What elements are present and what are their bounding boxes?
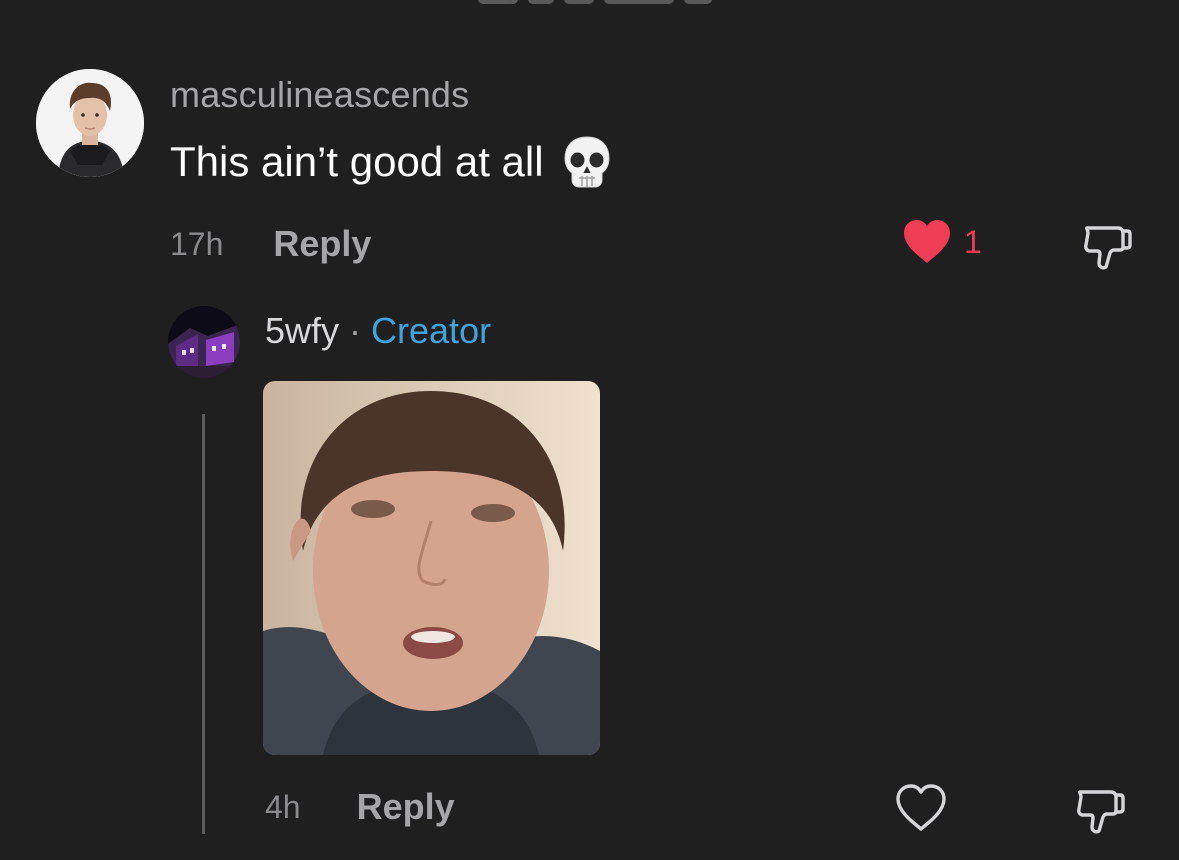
avatar[interactable] xyxy=(36,69,144,177)
comment-username[interactable]: masculineascends xyxy=(170,74,469,116)
reply-avatar[interactable] xyxy=(168,306,240,378)
reply-avatar-photo xyxy=(168,306,240,378)
reply-button[interactable]: Reply xyxy=(273,223,371,265)
reply-like-button[interactable] xyxy=(894,782,948,834)
thumbs-down-icon xyxy=(1077,790,1125,834)
reply-dislike-button[interactable] xyxy=(1073,783,1127,837)
video-reply-thumbnail[interactable] xyxy=(263,381,600,755)
comment-text-row: This ain’t good at all xyxy=(170,134,612,190)
avatar-photo xyxy=(36,69,144,177)
thread-line xyxy=(202,414,205,834)
comment-meta: 17h Reply xyxy=(170,222,371,266)
video-frame-image xyxy=(263,381,600,755)
separator-dot: · xyxy=(349,310,362,351)
reply-to-reply-button[interactable]: Reply xyxy=(357,786,455,828)
comment-text: This ain’t good at all xyxy=(170,138,544,185)
comments-screen: masculineascends This ain’t good at all … xyxy=(0,0,1179,860)
heart-filled-icon xyxy=(904,220,950,263)
like-button[interactable]: 1 xyxy=(902,219,982,265)
thumbs-down-icon xyxy=(1084,226,1132,270)
clipped-top-text xyxy=(478,0,718,8)
heart-outline-icon xyxy=(896,784,946,831)
creator-badge: Creator xyxy=(371,310,492,351)
reply-header: 5wfy · Creator xyxy=(265,310,491,352)
skull-emoji-icon xyxy=(564,136,610,188)
reply-timestamp: 4h xyxy=(265,788,301,825)
like-count: 1 xyxy=(964,223,982,260)
reply-username[interactable]: 5wfy xyxy=(265,310,339,352)
reply-meta: 4h Reply xyxy=(265,785,455,829)
comment-timestamp: 17h xyxy=(170,225,224,262)
dislike-button[interactable] xyxy=(1080,219,1134,273)
